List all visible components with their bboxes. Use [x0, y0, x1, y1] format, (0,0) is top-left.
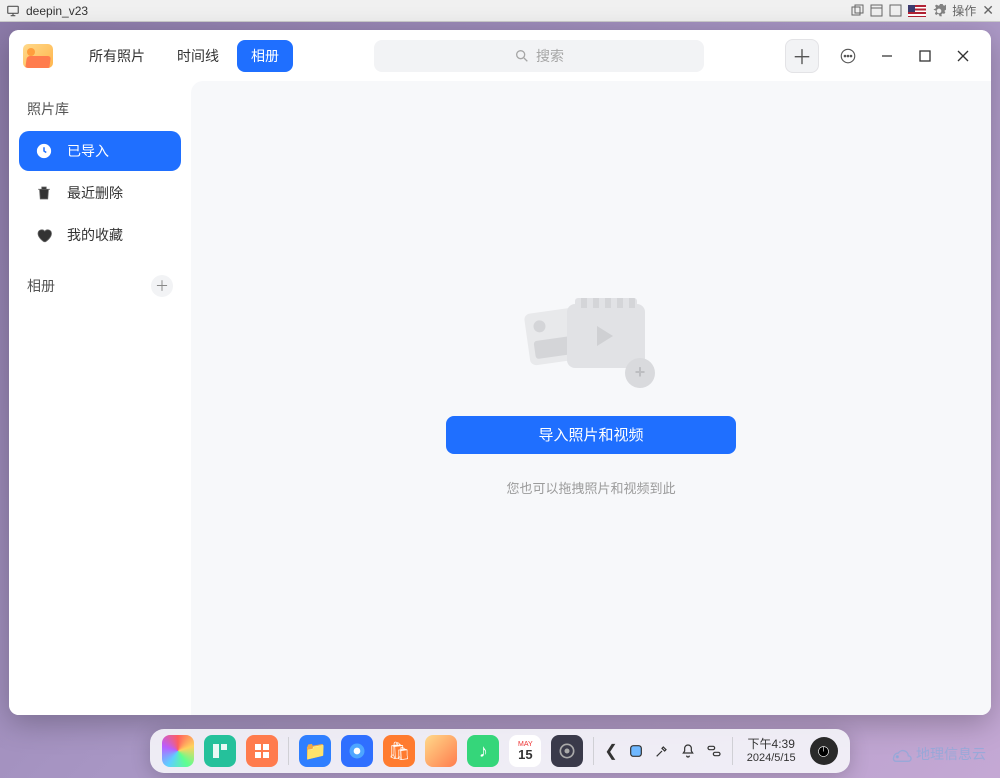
flag-icon[interactable]: [908, 5, 926, 17]
import-button[interactable]: 导入照片和视频: [446, 416, 736, 454]
music-icon[interactable]: ♪: [467, 735, 499, 767]
multitask-icon[interactable]: [204, 735, 236, 767]
sidebar: 照片库 已导入 最近删除 我的收藏 相册 ＋: [9, 81, 191, 715]
calendar-icon[interactable]: MAY15: [509, 735, 541, 767]
app-window: 所有照片 时间线 相册 搜索 ＋ 照片库 已导入: [9, 30, 991, 715]
monitor-icon: [6, 4, 20, 18]
vm-titlebar: deepin_v23 操作 ✕: [0, 0, 1000, 22]
drag-hint: 您也可以拖拽照片和视频到此: [506, 478, 675, 497]
bell-icon[interactable]: [680, 743, 696, 759]
minimize-button[interactable]: [877, 46, 897, 66]
dock-region: 📁 🛍 ♪ MAY15 ❮ 下午4:39 2024/5/15: [0, 724, 1000, 778]
content-area: 导入照片和视频 您也可以拖拽照片和视频到此: [191, 81, 991, 715]
toolbar: 所有照片 时间线 相册 搜索 ＋: [9, 30, 991, 81]
sidebar-item-label: 最近删除: [67, 183, 123, 203]
sidebar-item-label: 我的收藏: [67, 225, 123, 245]
more-icon: [839, 47, 857, 65]
add-button[interactable]: ＋: [785, 39, 819, 73]
app-icon: [23, 44, 53, 68]
tab-all-photos[interactable]: 所有照片: [75, 40, 159, 72]
heart-icon: [35, 226, 53, 244]
tab-bar: 所有照片 时间线 相册: [75, 40, 293, 72]
maximize-button[interactable]: [915, 46, 935, 66]
eyedropper-icon[interactable]: [654, 743, 670, 759]
search-input[interactable]: 搜索: [374, 40, 704, 72]
close-button[interactable]: [953, 46, 973, 66]
vm-close-icon[interactable]: ✕: [982, 2, 994, 19]
clock[interactable]: 下午4:39 2024/5/15: [743, 737, 800, 765]
browser-icon[interactable]: [341, 735, 373, 767]
album-section-title: 相册: [27, 276, 55, 296]
sidebar-item-imported[interactable]: 已导入: [19, 131, 181, 171]
dock: 📁 🛍 ♪ MAY15 ❮ 下午4:39 2024/5/15: [150, 729, 849, 773]
plus-badge-icon: [625, 358, 655, 388]
tray-app-icon[interactable]: [628, 743, 644, 759]
sidebar-album-header: 相册 ＋: [19, 269, 181, 309]
file-manager-icon[interactable]: 📁: [299, 735, 331, 767]
vm-controls: 操作 ✕: [851, 2, 994, 19]
tray-chevron-icon[interactable]: ❮: [604, 741, 617, 761]
app-store-icon[interactable]: 🛍: [383, 735, 415, 767]
grid-icon[interactable]: [246, 735, 278, 767]
toggles-icon[interactable]: [706, 743, 722, 759]
library-title: 照片库: [27, 99, 69, 119]
photo-app-icon[interactable]: [425, 735, 457, 767]
more-menu-button[interactable]: [837, 45, 859, 67]
vm-maximize-icon[interactable]: [889, 4, 902, 17]
sidebar-item-favorites[interactable]: 我的收藏: [19, 215, 181, 255]
toolbar-right: ＋: [785, 39, 973, 73]
control-center-icon[interactable]: [551, 735, 583, 767]
vm-action-label[interactable]: 操作: [952, 2, 976, 19]
empty-state-illustration: [521, 300, 661, 392]
clock-icon: [35, 142, 53, 160]
vm-title: deepin_v23: [26, 4, 851, 18]
vm-window-icon[interactable]: [870, 4, 883, 17]
trash-icon: [35, 184, 53, 202]
sidebar-item-trash[interactable]: 最近删除: [19, 173, 181, 213]
add-album-button[interactable]: ＋: [151, 275, 173, 297]
sidebar-library-header: 照片库: [19, 93, 181, 131]
search-icon: [514, 48, 530, 64]
gear-icon[interactable]: [932, 4, 946, 18]
tab-album[interactable]: 相册: [237, 40, 293, 72]
tab-timeline[interactable]: 时间线: [163, 40, 233, 72]
system-tray: ❮: [604, 741, 721, 761]
power-button[interactable]: [810, 737, 838, 765]
sidebar-item-label: 已导入: [67, 141, 109, 161]
launcher-icon[interactable]: [162, 735, 194, 767]
vm-restore-icon[interactable]: [851, 4, 864, 17]
search-placeholder: 搜索: [536, 46, 564, 66]
